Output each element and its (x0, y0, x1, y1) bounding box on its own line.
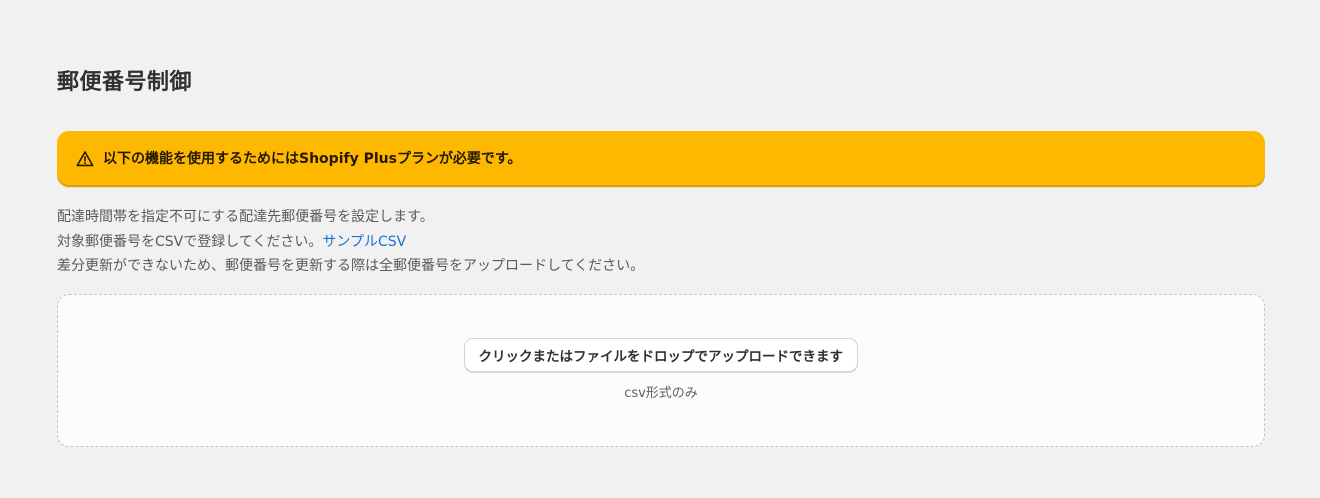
description: 配達時間帯を指定不可にする配達先郵便番号を設定します。 対象郵便番号をCSVで登… (57, 205, 644, 279)
plan-warning-banner: 以下の機能を使用するためにはShopify Plusプランが必要です。 (57, 131, 1265, 187)
description-line-3: 差分更新ができないため、郵便番号を更新する際は全郵便番号をアップロードしてくださ… (57, 258, 645, 274)
warning-triangle-icon (75, 149, 95, 169)
description-line-1: 配達時間帯を指定不可にする配達先郵便番号を設定します。 (57, 209, 434, 225)
sample-csv-link[interactable]: サンプルCSV (322, 234, 406, 250)
description-line-2-text: 対象郵便番号をCSVで登録してください。 (57, 233, 323, 250)
csv-dropzone[interactable]: クリックまたはファイルをドロップでアップロードできます csv形式のみ (57, 294, 1265, 447)
page-title: 郵便番号制御 (57, 70, 193, 95)
file-format-hint: csv形式のみ (624, 386, 698, 401)
description-line-2: 対象郵便番号をCSVで登録してください。サンプルCSV (57, 230, 644, 255)
upload-button[interactable]: クリックまたはファイルをドロップでアップロードできます (463, 338, 858, 372)
settings-card: 郵便番号制御 以下の機能を使用するためにはShopify Plusプランが必要で… (0, 0, 1320, 498)
banner-message: 以下の機能を使用するためにはShopify Plusプランが必要です。 (103, 151, 522, 167)
